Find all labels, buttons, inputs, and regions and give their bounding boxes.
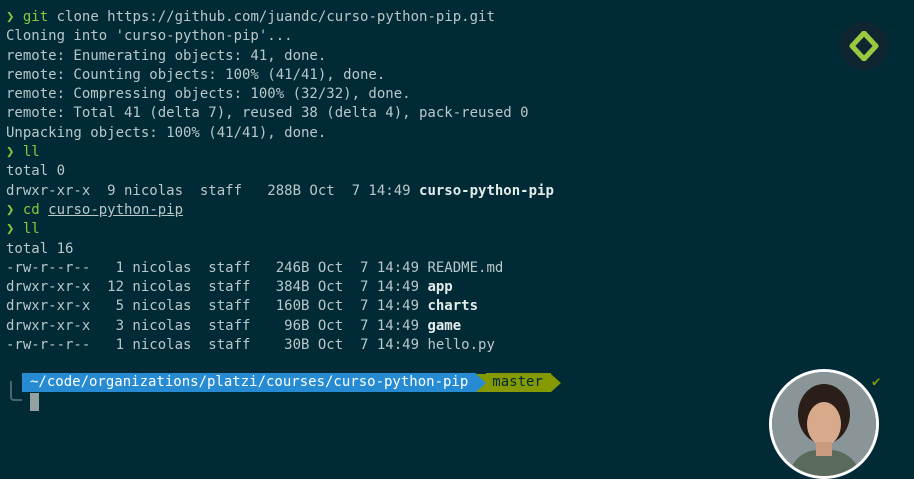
person-icon <box>772 372 876 476</box>
segment-separator-icon <box>476 373 487 392</box>
terminal-line: remote: Compressing objects: 100% (32/32… <box>6 85 914 104</box>
file-meta: drwxr-xr-x 3 nicolas staff 96B Oct 7 14:… <box>6 317 428 334</box>
prompt-chevron-icon: ❯ <box>6 221 15 238</box>
terminal-line: ❯ ll <box>6 220 914 239</box>
terminal-line: total 0 <box>6 162 914 181</box>
output-text: remote: Compressing objects: 100% (32/32… <box>6 86 411 103</box>
file-meta: drwxr-xr-x 12 nicolas staff 384B Oct 7 1… <box>6 279 428 296</box>
command-name: ll <box>22 221 40 238</box>
prompt-bracket <box>10 381 22 401</box>
prompt-chevron-icon: ❯ <box>6 201 15 218</box>
terminal-line: drwxr-xr-x 9 nicolas staff 288B Oct 7 14… <box>6 182 914 201</box>
command-name: git <box>22 9 49 25</box>
terminal-line: Unpacking objects: 100% (41/41), done. <box>6 124 914 143</box>
output-text: total 0 <box>6 163 66 180</box>
output-text: remote: Enumerating objects: 41, done. <box>6 47 327 64</box>
output-text: Cloning into 'curso-python-pip'... <box>6 28 293 45</box>
terminal-line: -rw-r--r-- 1 nicolas staff 246B Oct 7 14… <box>6 259 914 278</box>
path-link[interactable]: curso-python-pip <box>48 202 183 218</box>
output-text: Unpacking objects: 100% (41/41), done. <box>6 124 327 141</box>
terminal-line: ❯ ll <box>6 143 914 162</box>
file-meta: -rw-r--r-- 1 nicolas staff 30B Oct 7 14:… <box>6 337 428 354</box>
output-text: total 16 <box>6 240 74 257</box>
terminal-line: remote: Total 41 (delta 7), reused 38 (d… <box>6 104 914 123</box>
directory-name: app <box>427 279 453 296</box>
directory-name: game <box>427 317 462 334</box>
terminal-line: ❯ cd curso-python-pip <box>6 201 914 220</box>
directory-name: curso-python-pip <box>419 182 554 199</box>
terminal-line: remote: Counting objects: 100% (41/41), … <box>6 66 914 85</box>
terminal-output: ❯ git clone https://github.com/juandc/cu… <box>6 8 914 355</box>
status-check-icon: ✔ <box>872 374 881 390</box>
prompt-chevron-icon: ❯ <box>6 9 15 25</box>
terminal-line: total 16 <box>6 240 914 259</box>
terminal-line: ❯ git clone https://github.com/juandc/cu… <box>6 8 914 27</box>
terminal-line: remote: Enumerating objects: 41, done. <box>6 47 914 66</box>
file-meta: drwxr-xr-x 5 nicolas staff 160B Oct 7 14… <box>6 298 428 315</box>
command-args: clone https://github.com/juandc/curso-py… <box>48 9 495 25</box>
file-meta: drwxr-xr-x 9 nicolas staff 288B Oct 7 14… <box>6 182 420 199</box>
command-name: ll <box>22 144 40 161</box>
file-name: README.md <box>427 259 504 276</box>
current-directory-segment: ~/code/organizations/platzi/courses/curs… <box>22 373 477 392</box>
platzi-logo-icon <box>840 22 888 70</box>
platzi-logo-icon <box>849 31 879 61</box>
powerline-prompt: ~/code/organizations/platzi/courses/curs… <box>22 373 561 392</box>
file-meta: -rw-r--r-- 1 nicolas staff 246B Oct 7 14… <box>6 259 428 276</box>
git-branch-segment: master <box>486 373 551 392</box>
segment-end-icon <box>550 373 561 392</box>
output-text: remote: Total 41 (delta 7), reused 38 (d… <box>6 105 529 122</box>
terminal-cursor[interactable] <box>30 393 39 411</box>
terminal-line: drwxr-xr-x 3 nicolas staff 96B Oct 7 14:… <box>6 317 914 336</box>
prompt-chevron-icon: ❯ <box>6 144 15 161</box>
terminal-line: drwxr-xr-x 12 nicolas staff 384B Oct 7 1… <box>6 278 914 297</box>
output-text: remote: Counting objects: 100% (41/41), … <box>6 66 386 83</box>
file-name: hello.py <box>427 337 495 354</box>
terminal-line: -rw-r--r-- 1 nicolas staff 30B Oct 7 14:… <box>6 336 914 355</box>
terminal-line: Cloning into 'curso-python-pip'... <box>6 27 914 46</box>
command-name: cd <box>22 201 40 218</box>
directory-name: charts <box>427 298 479 315</box>
terminal-line: drwxr-xr-x 5 nicolas staff 160B Oct 7 14… <box>6 297 914 316</box>
